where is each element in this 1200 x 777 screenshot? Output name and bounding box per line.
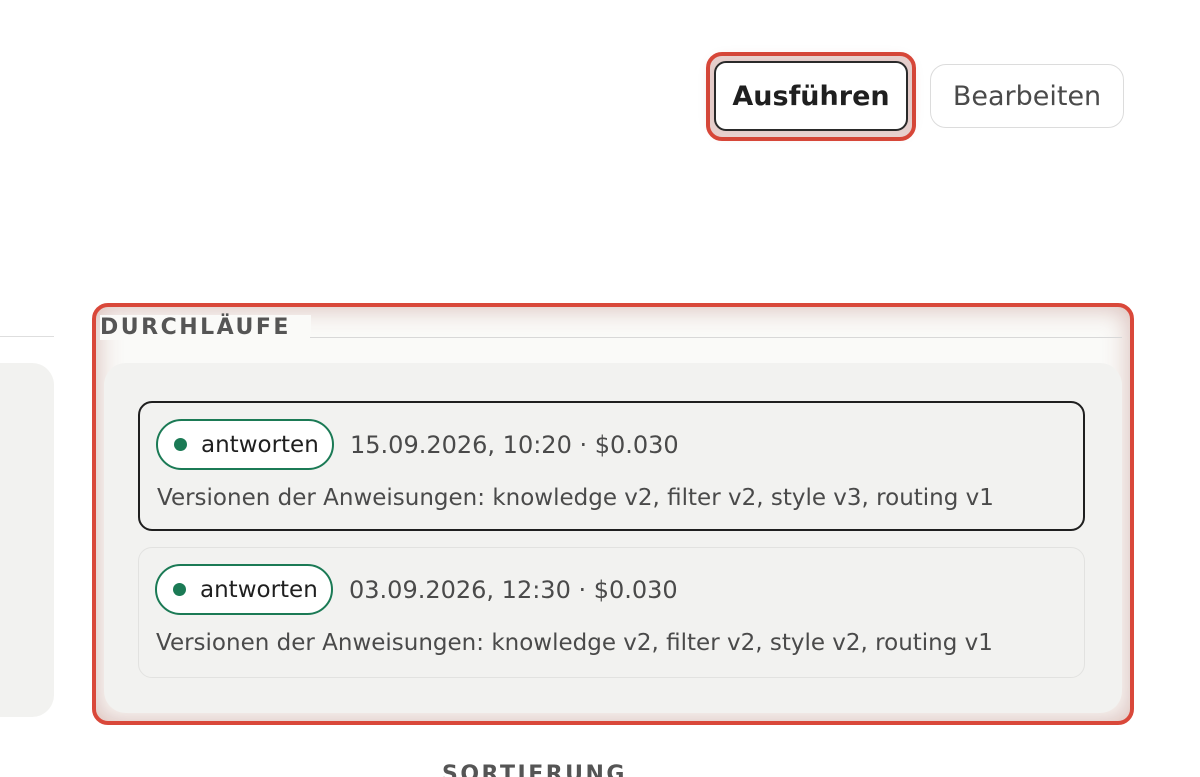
status-badge: antworten: [155, 564, 333, 615]
edit-button[interactable]: Bearbeiten: [930, 64, 1124, 128]
status-dot-icon: [173, 583, 186, 596]
status-label: antworten: [200, 576, 318, 603]
run-instruction-versions: Versionen der Anweisungen: knowledge v2,…: [156, 630, 993, 656]
left-divider: [0, 336, 54, 337]
status-dot-icon: [174, 438, 187, 451]
sort-heading: SORTIERUNG: [442, 762, 627, 777]
left-panel: [0, 363, 54, 717]
run-button[interactable]: Ausführen: [714, 61, 908, 131]
run-timestamp-cost: 03.09.2026, 12:30 · $0.030: [349, 576, 678, 604]
run-timestamp-cost: 15.09.2026, 10:20 · $0.030: [350, 431, 679, 459]
run-instruction-versions: Versionen der Anweisungen: knowledge v2,…: [157, 485, 994, 511]
page: Ausführen Bearbeiten DURCHLÄUFE antworte…: [0, 0, 1200, 777]
runs-heading-divider: [310, 337, 1122, 338]
run-card-selected[interactable]: antworten 15.09.2026, 10:20 · $0.030 Ver…: [138, 401, 1085, 531]
runs-heading: DURCHLÄUFE: [100, 315, 311, 340]
run-card[interactable]: antworten 03.09.2026, 12:30 · $0.030 Ver…: [138, 547, 1085, 678]
status-badge: antworten: [156, 419, 334, 470]
status-label: antworten: [201, 431, 319, 458]
